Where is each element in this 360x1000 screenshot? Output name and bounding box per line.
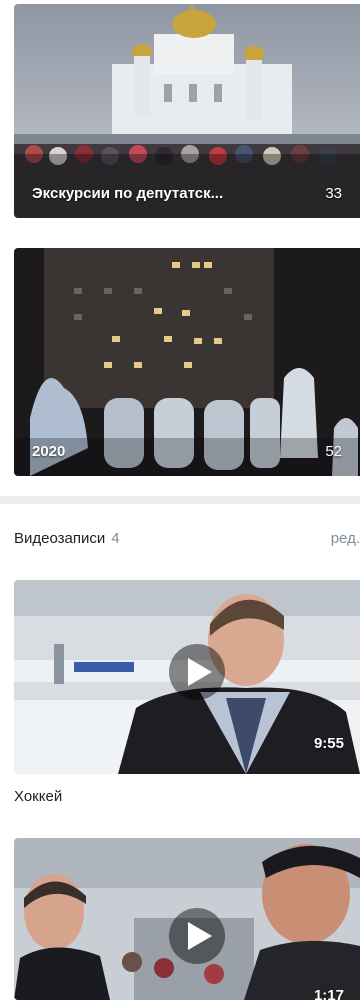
profile-media-page: Экскурсии по депутатск... 33 2020 52 Вид… <box>0 0 360 1000</box>
album-card[interactable]: 2020 52 <box>14 248 360 476</box>
videos-section-header: Видеозаписи 4 ред. <box>14 524 360 554</box>
video-card[interactable]: 1:17 <box>14 838 360 1000</box>
video-title[interactable]: Хоккей <box>14 788 62 805</box>
videos-section-title[interactable]: Видеозаписи <box>14 530 105 547</box>
album-cover-ice-sculptures <box>14 248 360 476</box>
section-divider <box>0 496 360 504</box>
video-card[interactable]: 9:55 <box>14 580 360 774</box>
videos-count: 4 <box>111 530 120 547</box>
video-duration: 1:17 <box>313 987 344 1000</box>
album-title: 2020 <box>32 443 66 460</box>
album-photo-count: 33 <box>325 185 342 202</box>
video-thumbnail <box>14 838 360 1000</box>
edit-link[interactable]: ред. <box>331 524 360 554</box>
album-title: Экскурсии по депутатск... <box>32 185 224 202</box>
album-card[interactable]: Экскурсии по депутатск... 33 <box>14 4 360 218</box>
video-thumbnail <box>14 580 360 774</box>
album-photo-count: 52 <box>325 443 342 460</box>
video-duration: 9:55 <box>313 735 344 752</box>
